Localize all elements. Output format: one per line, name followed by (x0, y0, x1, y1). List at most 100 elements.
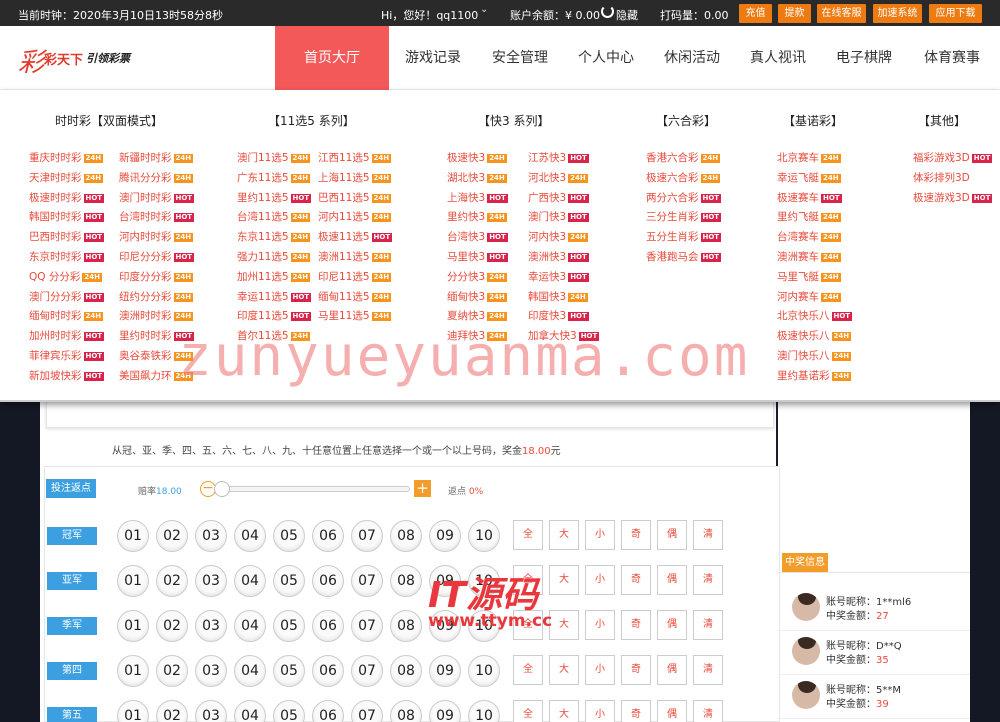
quick-select-button[interactable]: 偶 (657, 655, 687, 685)
number-ball[interactable]: 05 (273, 565, 305, 597)
number-ball[interactable]: 07 (351, 520, 383, 552)
number-ball[interactable]: 10 (468, 520, 500, 552)
menu-item[interactable]: 巴西11选5 24H (318, 191, 392, 205)
menu-item[interactable]: 五分生肖彩 HOT (646, 230, 722, 244)
plus-button[interactable]: + (414, 480, 431, 497)
number-ball[interactable]: 01 (117, 610, 149, 642)
menu-item[interactable]: 印度快3 HOT (528, 309, 589, 323)
quick-select-button[interactable]: 清 (693, 565, 723, 595)
menu-item[interactable]: 极速游戏3D HOT (913, 191, 993, 205)
menu-item[interactable]: 幸运11选5 HOT (237, 290, 312, 304)
quick-select-button[interactable]: 奇 (621, 565, 651, 595)
menu-item[interactable]: 韩国快3 24H (528, 290, 588, 304)
menu-item[interactable]: 台湾时时彩 HOT (119, 210, 195, 224)
menu-item[interactable]: 河内时时彩 24H (119, 230, 194, 244)
number-ball[interactable]: 09 (429, 520, 461, 552)
number-ball[interactable]: 05 (273, 655, 305, 687)
menu-item[interactable]: 河内11选5 24H (318, 210, 392, 224)
number-ball[interactable]: 02 (156, 565, 188, 597)
number-ball[interactable]: 07 (351, 565, 383, 597)
number-ball[interactable]: 06 (312, 610, 344, 642)
menu-item[interactable]: 缅甸11选5 24H (318, 290, 392, 304)
accelerate-button[interactable]: 加速系统 (873, 4, 922, 23)
number-ball[interactable]: 01 (117, 655, 149, 687)
menu-item[interactable]: 腾讯分分彩 24H (119, 171, 194, 185)
user-greeting[interactable]: Hi，您好！qq1100 (381, 7, 478, 23)
nav-game-records[interactable]: 游戏记录 (389, 26, 477, 90)
menu-item[interactable]: 北京赛车 24H (777, 151, 841, 165)
nav-activities[interactable]: 休闲活动 (649, 26, 735, 90)
menu-item[interactable]: 极速赛车 HOT (777, 191, 842, 205)
number-ball[interactable]: 08 (390, 565, 422, 597)
menu-item[interactable]: 韩国时时彩 HOT (29, 210, 105, 224)
menu-item[interactable]: 马里11选5 24H (318, 309, 392, 323)
nav-security[interactable]: 安全管理 (477, 26, 563, 90)
number-ball[interactable]: 03 (195, 610, 227, 642)
refresh-icon[interactable] (601, 5, 614, 18)
nav-sports[interactable]: 体育赛事 (907, 26, 997, 90)
menu-item[interactable]: 澳洲时时彩 24H (119, 309, 194, 323)
menu-item[interactable]: 澳洲赛车 24H (777, 250, 841, 264)
number-ball[interactable]: 05 (273, 520, 305, 552)
number-ball[interactable]: 04 (234, 655, 266, 687)
menu-item[interactable]: QQ 分分彩 24H (29, 270, 102, 284)
menu-item[interactable]: 幸运快3 HOT (528, 270, 589, 284)
menu-item[interactable]: 广西快3 HOT (528, 191, 589, 205)
menu-item[interactable]: 印度11选5 HOT (237, 309, 312, 323)
menu-item[interactable]: 东京11选5 24H (237, 230, 311, 244)
quick-select-button[interactable]: 全 (513, 655, 543, 685)
quick-select-button[interactable]: 小 (585, 520, 615, 550)
withdraw-button[interactable]: 提款 (778, 4, 811, 23)
quick-select-button[interactable]: 偶 (657, 520, 687, 550)
menu-item[interactable]: 新疆时时彩 24H (119, 151, 194, 165)
menu-item[interactable]: 澳门11选5 24H (237, 151, 311, 165)
menu-item[interactable]: 里约快3 24H (447, 210, 507, 224)
quick-select-button[interactable]: 奇 (621, 700, 651, 722)
quick-select-button[interactable]: 大 (549, 565, 579, 595)
quick-select-button[interactable]: 清 (693, 655, 723, 685)
menu-item[interactable]: 东京时时彩 HOT (29, 250, 105, 264)
number-ball[interactable]: 10 (468, 655, 500, 687)
menu-item[interactable]: 夏纳快3 24H (447, 309, 507, 323)
menu-item[interactable]: 澳门分分彩 HOT (29, 290, 105, 304)
nav-live-video[interactable]: 真人视讯 (735, 26, 821, 90)
menu-item[interactable]: 极速快乐八 24H (777, 329, 852, 343)
number-ball[interactable]: 01 (117, 565, 149, 597)
menu-item[interactable]: 里约11选5 HOT (237, 191, 312, 205)
menu-item[interactable]: 澳门时时彩 HOT (119, 191, 195, 205)
quick-select-button[interactable]: 小 (585, 655, 615, 685)
quick-select-button[interactable]: 偶 (657, 565, 687, 595)
quick-select-button[interactable]: 奇 (621, 610, 651, 640)
menu-item[interactable]: 澳洲11选5 24H (318, 250, 392, 264)
logo[interactable]: 彩 彩天下 引领彩票 (18, 42, 158, 78)
menu-item[interactable]: 江苏快3 HOT (528, 151, 589, 165)
rebate-slider[interactable] (218, 486, 410, 492)
number-ball[interactable]: 03 (195, 520, 227, 552)
number-ball[interactable]: 03 (195, 655, 227, 687)
menu-item[interactable]: 广东11选5 24H (237, 171, 311, 185)
quick-select-button[interactable]: 小 (585, 610, 615, 640)
menu-item[interactable]: 澳门快乐八 24H (777, 349, 852, 363)
menu-item[interactable]: 极速11选5 HOT (318, 230, 393, 244)
menu-item[interactable]: 天津时时彩 24H (29, 171, 104, 185)
menu-item[interactable]: 纽约分分彩 24H (119, 290, 194, 304)
menu-item[interactable]: 重庆时时彩 24H (29, 151, 104, 165)
slider-handle[interactable] (214, 481, 230, 497)
menu-item[interactable]: 加州11选5 24H (237, 270, 311, 284)
menu-item[interactable]: 印尼11选5 24H (318, 270, 392, 284)
menu-item[interactable]: 体彩排列3D (913, 171, 970, 185)
number-ball[interactable]: 05 (273, 610, 305, 642)
number-ball[interactable]: 02 (156, 610, 188, 642)
deposit-button[interactable]: 充值 (739, 4, 772, 23)
menu-item[interactable]: 极速六合彩 24H (646, 171, 721, 185)
app-download-button[interactable]: 应用下载 (929, 4, 982, 23)
quick-select-button[interactable]: 奇 (621, 520, 651, 550)
menu-item[interactable]: 上海快3 HOT (447, 191, 508, 205)
online-service-button[interactable]: 在线客服 (817, 4, 866, 23)
chevron-down-icon[interactable]: ⌄ (480, 4, 488, 15)
number-ball[interactable]: 08 (390, 655, 422, 687)
menu-item[interactable]: 北京快乐八 HOT (777, 309, 853, 323)
menu-item[interactable]: 极速时时彩 HOT (29, 191, 105, 205)
nav-home[interactable]: 首页大厅 (275, 26, 389, 90)
quick-select-button[interactable]: 清 (693, 700, 723, 722)
